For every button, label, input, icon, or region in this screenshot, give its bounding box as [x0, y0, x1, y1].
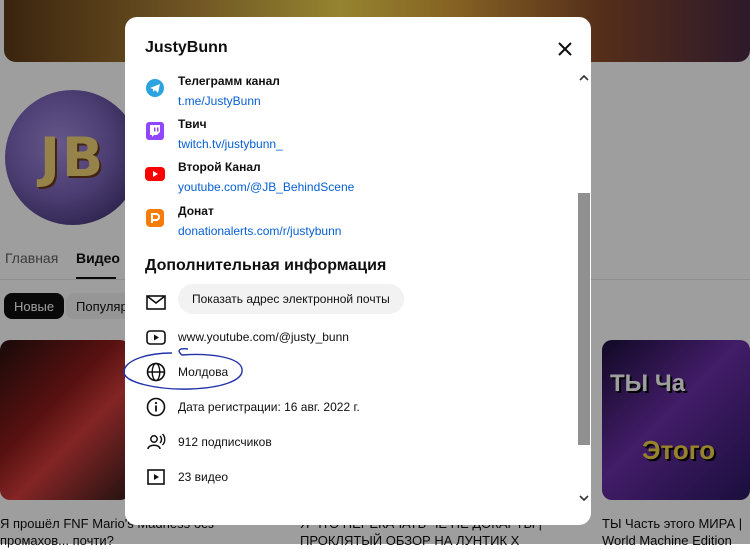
show-email-button[interactable]: Показать адрес электронной почты — [178, 284, 404, 314]
video-count: 23 видео — [178, 470, 229, 484]
subscriber-count: 912 подписчиков — [178, 435, 272, 449]
globe-icon — [146, 362, 166, 382]
chevron-up-icon — [579, 74, 589, 81]
chevron-down-icon — [579, 495, 589, 502]
link-name: Второй Канал — [178, 160, 261, 174]
dialog-title: JustyBunn — [145, 39, 228, 56]
video-icon — [147, 469, 165, 485]
info-icon — [146, 397, 166, 417]
scroll-down-button[interactable] — [577, 491, 591, 505]
subscribers-icon — [147, 433, 166, 450]
additional-info-heading: Дополнительная информация — [145, 257, 387, 274]
donationalerts-icon — [146, 209, 164, 227]
joined-date: Дата регистрации: 16 авг. 2022 г. — [178, 400, 360, 414]
link-url[interactable]: twitch.tv/justybunn_ — [178, 137, 283, 151]
link-name: Твич — [178, 117, 207, 131]
link-url[interactable]: youtube.com/@JB_BehindScene — [178, 180, 354, 194]
country: Молдова — [178, 365, 229, 379]
mail-icon — [146, 295, 166, 310]
link-url[interactable]: t.me/JustyBunn — [178, 94, 261, 108]
youtube-outline-icon — [146, 330, 166, 345]
email-row — [145, 289, 175, 313]
about-channel-dialog: JustyBunn Телеграмм канал t.me/JustyBunn… — [125, 17, 591, 525]
twitch-icon — [146, 122, 164, 140]
link-url[interactable]: donationalerts.com/r/justybunn — [178, 224, 341, 238]
youtube-icon — [145, 167, 165, 181]
telegram-icon — [146, 79, 164, 97]
link-name: Донат — [178, 204, 214, 218]
close-icon — [558, 42, 572, 56]
link-name: Телеграмм канал — [178, 74, 280, 88]
scroll-up-button[interactable] — [577, 71, 591, 85]
channel-url[interactable]: www.youtube.com/@justy_bunn — [178, 330, 349, 344]
close-button[interactable] — [551, 35, 579, 63]
scrollbar-thumb[interactable] — [578, 193, 590, 445]
